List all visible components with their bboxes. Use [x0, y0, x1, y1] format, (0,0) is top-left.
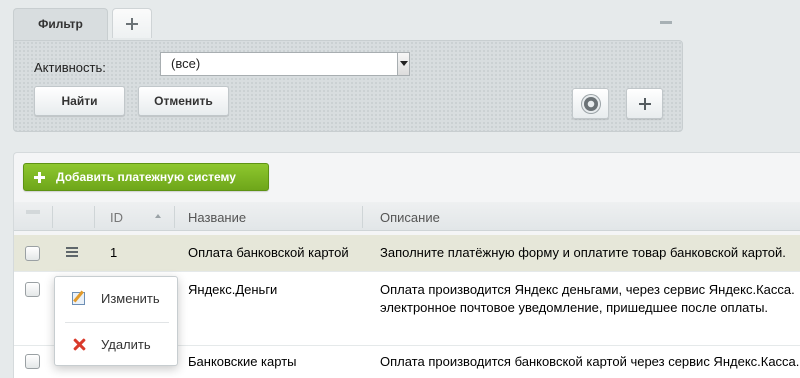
column-divider — [174, 206, 175, 228]
table-row[interactable]: 1 Оплата банковской картой Заполните пла… — [14, 235, 800, 272]
menu-divider — [65, 322, 169, 323]
row-name[interactable]: Оплата банковской картой — [188, 244, 349, 262]
add-payment-system-label: Добавить платежную систему — [56, 170, 236, 184]
cancel-button[interactable]: Отменить — [138, 86, 229, 116]
plus-icon — [34, 172, 45, 183]
column-divider — [52, 206, 53, 228]
delete-icon — [73, 338, 86, 351]
menu-item-edit[interactable]: Изменить — [55, 284, 179, 314]
column-divider — [94, 206, 95, 228]
activity-label: Активность: — [34, 60, 106, 75]
column-divider — [362, 206, 363, 228]
filter-settings-button[interactable] — [572, 88, 609, 119]
gear-icon — [583, 96, 598, 111]
menu-item-delete-label: Удалить — [101, 337, 151, 352]
find-button[interactable]: Найти — [34, 86, 125, 116]
row-checkbox[interactable] — [25, 282, 40, 297]
activity-select-value: (все) — [171, 56, 201, 71]
row-description: Оплата производится Яндекс деньгами, чер… — [380, 282, 795, 297]
filter-panel: Активность: (все) Найти Отменить — [13, 40, 683, 132]
row-id: 1 — [110, 245, 118, 260]
table-header: ID Название Описание — [14, 202, 800, 231]
tab-filter[interactable]: Фильтр — [13, 8, 108, 41]
row-checkbox[interactable] — [25, 246, 40, 261]
activity-select[interactable]: (все) — [160, 52, 410, 76]
edit-icon — [72, 292, 85, 305]
add-payment-system-button[interactable]: Добавить платежную систему — [23, 163, 269, 191]
row-menu-icon[interactable] — [66, 247, 78, 257]
select-all-checkbox[interactable] — [26, 210, 40, 214]
row-context-menu: Изменить Удалить — [54, 276, 178, 366]
row-name[interactable]: Яндекс.Деньги — [188, 281, 277, 299]
row-name[interactable]: Банковские карты — [188, 353, 297, 371]
column-header-description[interactable]: Описание — [380, 210, 440, 225]
menu-item-edit-label: Изменить — [101, 291, 160, 306]
menu-item-delete[interactable]: Удалить — [55, 330, 179, 360]
row-description-line: электронное почтовое уведомление, пришед… — [380, 300, 769, 315]
plus-icon — [638, 97, 651, 110]
column-header-id[interactable]: ID — [110, 210, 123, 225]
sort-arrow-icon — [155, 214, 161, 218]
collapse-filter-icon[interactable] — [660, 21, 672, 24]
plus-icon — [126, 17, 138, 30]
row-description: Оплата производится банковской картой че… — [380, 354, 800, 369]
row-description: Заполните платёжную форму и оплатите тов… — [380, 245, 786, 260]
add-filter-field-button[interactable] — [626, 88, 663, 119]
chevron-down-icon — [397, 53, 409, 75]
row-checkbox[interactable] — [25, 354, 40, 369]
add-filter-tab-button[interactable] — [112, 8, 152, 38]
column-header-name[interactable]: Название — [188, 210, 246, 225]
